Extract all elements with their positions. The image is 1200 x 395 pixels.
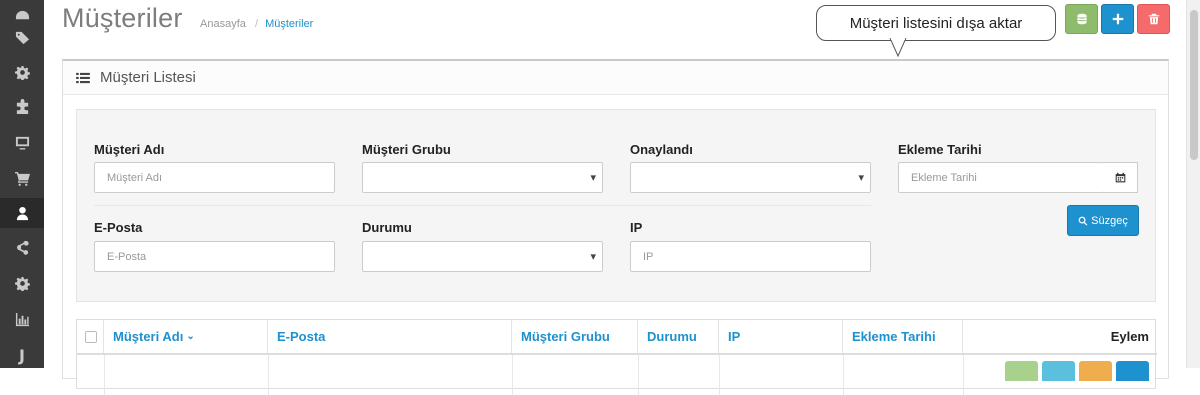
column-header-customer-group[interactable]: Müşteri Grubu — [512, 320, 638, 353]
column-header-customer-name[interactable]: Müşteri Adı ⌄ — [104, 320, 268, 353]
filter-divider — [94, 205, 871, 206]
cog-icon[interactable] — [0, 268, 44, 298]
database-icon — [1077, 13, 1086, 25]
export-button[interactable] — [1065, 4, 1098, 34]
column-header-action: Eylem — [1110, 329, 1149, 344]
column-header-email[interactable]: E-Posta — [268, 320, 512, 353]
row-action-button[interactable] — [1005, 361, 1038, 381]
scrollbar-thumb[interactable] — [1190, 10, 1198, 160]
table-column-divider — [268, 355, 269, 395]
page-title: Müşteriler — [62, 3, 183, 33]
customer-list-panel: Müşteri Listesi Müşteri Adı Müşteri Adı … — [62, 59, 1169, 395]
export-tooltip: Müşteri listesini dışa aktar — [816, 5, 1056, 41]
approved-label: Onaylandı — [630, 142, 693, 157]
tags-icon[interactable] — [0, 22, 44, 52]
monitor-icon[interactable] — [0, 127, 44, 157]
column-header-ip[interactable]: IP — [719, 320, 843, 353]
share-icon[interactable] — [0, 232, 44, 262]
table-header-border — [77, 353, 1157, 355]
customer-group-select[interactable] — [362, 162, 603, 193]
ip-label: IP — [630, 220, 643, 235]
customer-name-input[interactable]: Müşteri Adı — [94, 162, 335, 193]
delete-customer-button[interactable] — [1137, 4, 1170, 34]
table-column-divider — [963, 355, 964, 395]
user-icon[interactable] — [0, 198, 44, 228]
tooltip-tail — [889, 38, 907, 58]
table-column-divider — [719, 355, 720, 395]
column-header-status[interactable]: Durumu — [638, 320, 719, 353]
status-label: Durumu — [362, 220, 412, 235]
email-input[interactable]: E-Posta — [94, 241, 335, 272]
panel-title: Müşteri Listesi — [100, 69, 196, 86]
left-sidebar: J — [0, 0, 44, 368]
approved-select[interactable] — [630, 162, 871, 193]
search-icon — [1078, 216, 1088, 225]
sort-desc-icon: ⌄ — [186, 331, 195, 342]
column-header-date-added[interactable]: Ekleme Tarihi — [843, 320, 963, 353]
trash-icon — [1148, 13, 1159, 25]
page-scrollbar[interactable] — [1186, 0, 1200, 368]
ip-input[interactable]: IP — [630, 241, 871, 272]
list-icon — [76, 72, 90, 83]
shopping-cart-icon[interactable] — [0, 163, 44, 193]
plus-icon — [1112, 13, 1123, 25]
date-picker-button[interactable] — [1104, 162, 1138, 193]
filter-button[interactable]: Süzgeç — [1067, 205, 1139, 236]
add-customer-button[interactable] — [1101, 4, 1134, 34]
table-column-divider — [843, 355, 844, 395]
breadcrumb-separator: / — [254, 18, 258, 30]
date-added-input[interactable]: Ekleme Tarihi — [898, 162, 1105, 193]
row-action-button[interactable] — [1079, 361, 1112, 381]
breadcrumb-current[interactable]: Müşteriler — [265, 18, 313, 30]
gear-icon[interactable] — [0, 57, 44, 87]
row-action-button[interactable] — [1042, 361, 1075, 381]
joomla-icon[interactable]: J — [0, 340, 44, 370]
table-column-divider — [638, 355, 639, 395]
customer-name-label: Müşteri Adı — [94, 142, 165, 157]
customer-group-label: Müşteri Grubu — [362, 142, 451, 157]
status-select[interactable] — [362, 241, 603, 272]
row-action-button[interactable] — [1116, 361, 1149, 381]
breadcrumb: Anasayfa / Müşteriler — [200, 18, 313, 30]
calendar-icon — [1115, 172, 1126, 183]
select-all-checkbox[interactable] — [85, 330, 97, 343]
customer-table: Müşteri Adı ⌄ E-Posta Müşteri Grubu Durum… — [76, 319, 1157, 395]
select-all-header — [77, 320, 104, 353]
filter-button-label: Süzgeç — [1091, 214, 1128, 227]
bar-chart-icon[interactable] — [0, 304, 44, 334]
table-column-divider — [512, 355, 513, 395]
table-column-divider — [104, 355, 105, 395]
puzzle-icon[interactable] — [0, 91, 44, 121]
panel-heading: Müşteri Listesi — [63, 61, 1168, 95]
breadcrumb-home[interactable]: Anasayfa — [200, 18, 246, 30]
date-added-label: Ekleme Tarihi — [898, 142, 982, 157]
email-label: E-Posta — [94, 220, 143, 235]
filter-box: Müşteri Adı Müşteri Adı Müşteri Grubu On… — [76, 109, 1156, 302]
